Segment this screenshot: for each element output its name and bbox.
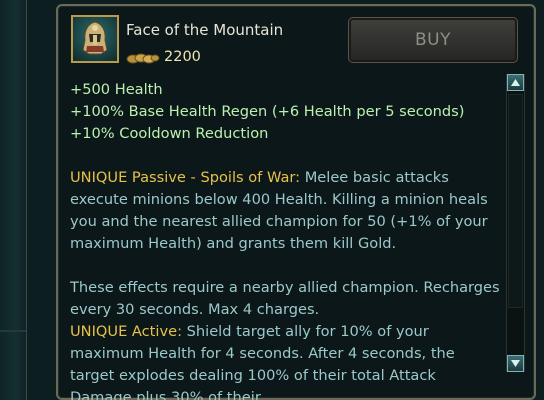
left-panel-edge (0, 0, 27, 400)
arrow-down-icon[interactable] (507, 355, 524, 372)
active-description: UNIQUE Active: Shield target ally for 10… (70, 321, 502, 400)
item-price: 2200 (164, 49, 201, 65)
helmet-icon[interactable] (71, 15, 119, 63)
stat-health: +500 Health (70, 81, 163, 98)
gold-coins-icon (126, 53, 160, 64)
active-title: UNIQUE Active: (70, 323, 182, 340)
buy-button[interactable]: BUY (348, 17, 518, 63)
passive-title: UNIQUE Passive - Spoils of War: (70, 169, 301, 186)
stat-cooldown-reduction: +10% Cooldown Reduction (70, 125, 269, 142)
arrow-up-icon[interactable] (507, 74, 524, 91)
item-name: Face of the Mountain (126, 21, 284, 39)
scrollbar-thumb[interactable] (508, 94, 523, 308)
item-tooltip-window: Face of the Mountain 2200 BUY +500 Healt… (0, 0, 544, 400)
effects-note: These effects require a nearby allied ch… (70, 279, 500, 318)
passive-description: UNIQUE Passive - Spoils of War: Melee ba… (70, 167, 502, 255)
item-description: +500 Health +100% Base Health Regen (+6 … (70, 79, 502, 400)
stat-health-regen: +100% Base Health Regen (+6 Health per 5… (70, 103, 465, 120)
description-scrollbar[interactable] (506, 74, 525, 372)
